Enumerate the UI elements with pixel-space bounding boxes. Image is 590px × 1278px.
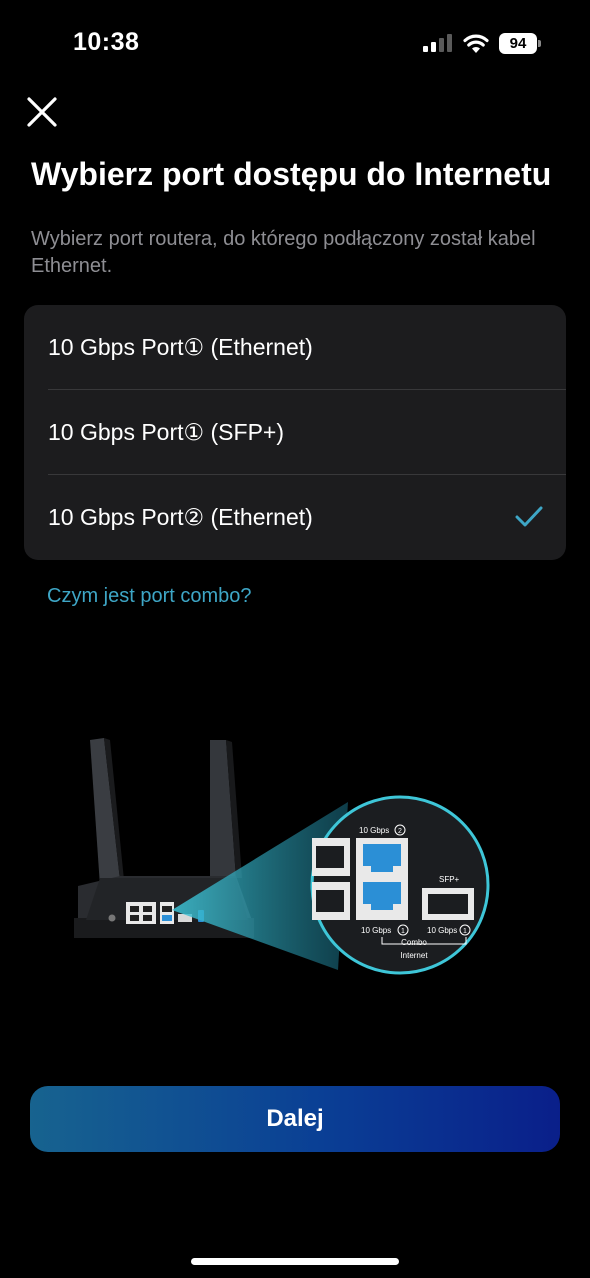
page-title: Wybierz port dostępu do Internetu bbox=[31, 156, 552, 192]
port-option-1-ethernet[interactable]: 10 Gbps Port① (Ethernet) bbox=[24, 305, 566, 390]
sfp-speed-label: 10 Gbps bbox=[427, 926, 457, 935]
close-icon[interactable] bbox=[24, 94, 60, 130]
wifi-icon bbox=[463, 34, 489, 53]
status-bar: 10:38 94 bbox=[0, 0, 590, 90]
sfp-number: 1 bbox=[463, 928, 467, 935]
port-option-label: 10 Gbps Port② (Ethernet) bbox=[48, 504, 313, 530]
port1-number: 1 bbox=[401, 928, 405, 935]
sfp-header-label: SFP+ bbox=[439, 875, 460, 884]
port2-speed-label: 10 Gbps bbox=[359, 826, 389, 835]
battery-level: 94 bbox=[499, 33, 537, 54]
combo-port-help-link[interactable]: Czym jest port combo? bbox=[47, 585, 252, 608]
port-option-list: 10 Gbps Port① (Ethernet) 10 Gbps Port① (… bbox=[24, 305, 566, 560]
battery-icon: 94 bbox=[499, 33, 541, 54]
signal-icon bbox=[423, 34, 452, 52]
combo-label: Combo bbox=[401, 938, 427, 947]
page-subtitle: Wybierz port routera, do którego podłącz… bbox=[31, 228, 536, 277]
next-button[interactable]: Dalej bbox=[30, 1086, 560, 1152]
home-indicator bbox=[191, 1258, 399, 1265]
port-zoom-circle bbox=[310, 795, 490, 975]
next-button-label: Dalej bbox=[266, 1105, 324, 1132]
status-time: 10:38 bbox=[73, 28, 140, 56]
checkmark-icon bbox=[515, 506, 543, 527]
internet-label: Internet bbox=[400, 951, 428, 960]
port-option-1-sfp[interactable]: 10 Gbps Port① (SFP+) bbox=[24, 390, 566, 475]
port-option-label: 10 Gbps Port① (Ethernet) bbox=[48, 334, 313, 360]
router-illustration: 10 Gbps 2 SFP+ 10 Gbps 1 10 Gbps 1 Combo… bbox=[74, 738, 490, 975]
port1-speed-label: 10 Gbps bbox=[361, 926, 391, 935]
battery-tip bbox=[538, 40, 541, 47]
port-option-label: 10 Gbps Port① (SFP+) bbox=[48, 419, 285, 445]
port-option-2-ethernet[interactable]: 10 Gbps Port② (Ethernet) bbox=[24, 475, 566, 560]
port2-number: 2 bbox=[398, 828, 402, 835]
